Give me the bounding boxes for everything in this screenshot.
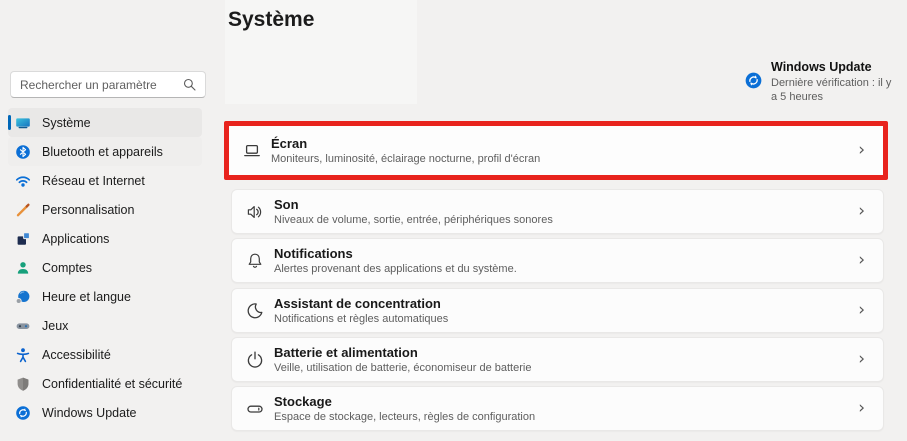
sidebar-item-label: Windows Update (42, 406, 137, 420)
card-title: Écran (271, 136, 540, 151)
card-title: Son (274, 197, 553, 212)
sidebar-item-comptes[interactable]: Comptes (8, 253, 202, 282)
accessibility-icon (15, 347, 31, 363)
sidebar-item-accessibilite[interactable]: Accessibilité (8, 340, 202, 369)
chevron-right-icon: › (858, 302, 865, 319)
settings-card-notifications[interactable]: Notifications Alertes provenant des appl… (231, 238, 884, 283)
windows-update-icon (745, 72, 762, 104)
sound-icon (245, 202, 265, 222)
card-text: Notifications Alertes provenant des appl… (274, 246, 517, 275)
card-text: Stockage Espace de stockage, lecteurs, r… (274, 394, 535, 423)
apps-icon (15, 231, 31, 247)
sidebar-item-label: Confidentialité et sécurité (42, 377, 182, 391)
focus-assist-moon-icon (245, 301, 265, 321)
sidebar-item-windows-update[interactable]: Windows Update (8, 398, 202, 427)
chevron-right-icon: › (858, 203, 865, 220)
sidebar-item-label: Applications (42, 232, 109, 246)
time-language-icon (15, 289, 31, 305)
card-description: Niveaux de volume, sortie, entrée, périp… (274, 214, 553, 226)
privacy-shield-icon (15, 376, 31, 392)
sidebar-item-applications[interactable]: Applications (8, 224, 202, 253)
settings-window: Système Système Bluetooth et appareils R… (0, 0, 907, 441)
windows-update-text: Windows Update Dernière vérification : i… (771, 60, 897, 104)
card-title: Stockage (274, 394, 535, 409)
personalization-icon (15, 202, 31, 218)
card-title: Assistant de concentration (274, 296, 448, 311)
sidebar-item-systeme[interactable]: Système (8, 108, 202, 137)
card-title: Batterie et alimentation (274, 345, 531, 360)
settings-card-stockage[interactable]: Stockage Espace de stockage, lecteurs, r… (231, 386, 884, 431)
card-description: Notifications et règles automatiques (274, 313, 448, 325)
card-text: Son Niveaux de volume, sortie, entrée, p… (274, 197, 553, 226)
storage-drive-icon (245, 399, 265, 419)
card-text: Écran Moniteurs, luminosité, éclairage n… (271, 136, 540, 165)
sidebar-nav: Système Bluetooth et appareils Réseau et… (0, 108, 212, 427)
card-text: Assistant de concentration Notifications… (274, 296, 448, 325)
search-box[interactable] (10, 71, 206, 98)
system-icon (15, 115, 31, 131)
card-description: Espace de stockage, lecteurs, règles de … (274, 411, 535, 423)
settings-card-ecran[interactable]: Écran Moniteurs, luminosité, éclairage n… (229, 126, 883, 175)
selected-accent-bar (8, 115, 11, 130)
sidebar-item-personnalisation[interactable]: Personnalisation (8, 195, 202, 224)
search-icon (183, 78, 196, 91)
card-description: Moniteurs, luminosité, éclairage nocturn… (271, 153, 540, 165)
card-text: Batterie et alimentation Veille, utilisa… (274, 345, 531, 374)
sidebar-item-label: Jeux (42, 319, 68, 333)
page-title: Système (228, 8, 314, 32)
chevron-right-icon: › (858, 400, 865, 417)
windows-update-description: Dernière vérification : il y a 5 heures (771, 76, 897, 104)
windows-update-icon (15, 405, 31, 421)
sidebar-item-label: Comptes (42, 261, 92, 275)
notifications-bell-icon (245, 251, 265, 271)
settings-card-assistant-concentration[interactable]: Assistant de concentration Notifications… (231, 288, 884, 333)
sidebar-item-label: Accessibilité (42, 348, 111, 362)
sidebar-item-reseau[interactable]: Réseau et Internet (8, 166, 202, 195)
gaming-icon (15, 318, 31, 334)
settings-card-batterie[interactable]: Batterie et alimentation Veille, utilisa… (231, 337, 884, 382)
card-description: Alertes provenant des applications et du… (274, 263, 517, 275)
sidebar-item-heure-langue[interactable]: Heure et langue (8, 282, 202, 311)
chevron-right-icon: › (858, 351, 865, 368)
search-input[interactable] (11, 78, 183, 92)
settings-card-son[interactable]: Son Niveaux de volume, sortie, entrée, p… (231, 189, 884, 234)
accounts-icon (15, 260, 31, 276)
bluetooth-icon (15, 144, 31, 160)
sidebar-item-bluetooth[interactable]: Bluetooth et appareils (8, 137, 202, 166)
sidebar-item-confidentialite[interactable]: Confidentialité et sécurité (8, 369, 202, 398)
card-description: Veille, utilisation de batterie, économi… (274, 362, 531, 374)
chevron-right-icon: › (858, 142, 865, 159)
sidebar-item-jeux[interactable]: Jeux (8, 311, 202, 340)
chevron-right-icon: › (858, 252, 865, 269)
network-icon (15, 173, 31, 189)
sidebar-item-label: Heure et langue (42, 290, 131, 304)
sidebar-item-label: Personnalisation (42, 203, 134, 217)
power-icon (245, 350, 265, 370)
windows-update-status[interactable]: Windows Update Dernière vérification : i… (745, 60, 901, 104)
windows-update-title: Windows Update (771, 60, 897, 74)
highlight-annotation-box: Écran Moniteurs, luminosité, éclairage n… (224, 121, 888, 180)
sidebar-item-label: Bluetooth et appareils (42, 145, 163, 159)
card-title: Notifications (274, 246, 517, 261)
display-icon (242, 141, 262, 161)
sidebar-item-label: Réseau et Internet (42, 174, 145, 188)
sidebar-item-label: Système (42, 116, 91, 130)
